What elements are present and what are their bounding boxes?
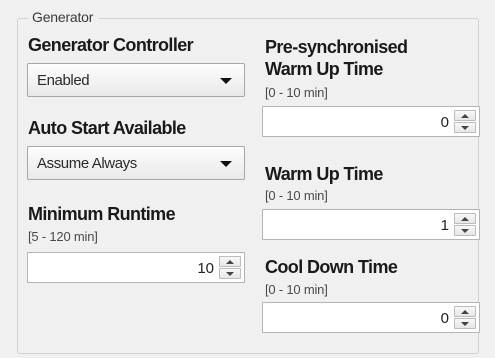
presync-warmup-label-line2: Warm Up Time (265, 59, 383, 79)
spinner-buttons (454, 213, 476, 236)
presync-warmup-spinner[interactable]: 0 (262, 106, 480, 137)
presync-warmup-value: 0 (440, 114, 449, 131)
minimum-runtime-range: [5 - 120 min] (28, 229, 98, 244)
warm-up-label: Warm Up Time (265, 164, 383, 184)
group-title: Generator (28, 9, 100, 25)
arrow-down-icon (461, 322, 469, 326)
spin-up-button[interactable] (454, 213, 476, 224)
spin-up-button[interactable] (454, 110, 476, 121)
generator-controller-label: Generator Controller (28, 35, 194, 55)
arrow-up-icon (461, 114, 469, 118)
dropdown-arrow-icon (220, 78, 232, 84)
spinner-buttons (219, 256, 241, 279)
auto-start-value: Assume Always (37, 154, 137, 172)
spin-up-button[interactable] (219, 256, 241, 267)
spin-down-button[interactable] (454, 318, 476, 329)
presync-warmup-label-line1: Pre-synchronised (265, 37, 408, 57)
cool-down-spinner[interactable]: 0 (262, 302, 480, 333)
spin-down-button[interactable] (219, 268, 241, 279)
cool-down-range: [0 - 10 min] (265, 282, 328, 297)
cool-down-label: Cool Down Time (265, 257, 398, 277)
arrow-down-icon (226, 272, 234, 276)
minimum-runtime-value: 10 (197, 260, 214, 277)
warm-up-value: 1 (440, 217, 449, 234)
minimum-runtime-spinner[interactable]: 10 (27, 252, 245, 283)
arrow-down-icon (461, 126, 469, 130)
arrow-up-icon (461, 217, 469, 221)
auto-start-label: Auto Start Available (28, 118, 186, 138)
generator-settings-panel: Generator Generator Controller Enabled A… (0, 0, 495, 358)
spin-down-button[interactable] (454, 225, 476, 236)
spin-up-button[interactable] (454, 306, 476, 317)
minimum-runtime-label: Minimum Runtime (28, 204, 176, 224)
dropdown-arrow-icon (220, 161, 232, 167)
presync-warmup-range: [0 - 10 min] (265, 85, 328, 100)
arrow-down-icon (461, 229, 469, 233)
generator-controller-value: Enabled (37, 71, 90, 89)
arrow-up-icon (461, 310, 469, 314)
spinner-buttons (454, 306, 476, 329)
warm-up-range: [0 - 10 min] (265, 188, 328, 203)
cool-down-value: 0 (440, 310, 449, 327)
auto-start-select[interactable]: Assume Always (27, 146, 245, 180)
warm-up-spinner[interactable]: 1 (262, 209, 480, 240)
generator-controller-select[interactable]: Enabled (27, 63, 245, 97)
spinner-buttons (454, 110, 476, 133)
arrow-up-icon (226, 260, 234, 264)
spin-down-button[interactable] (454, 122, 476, 133)
